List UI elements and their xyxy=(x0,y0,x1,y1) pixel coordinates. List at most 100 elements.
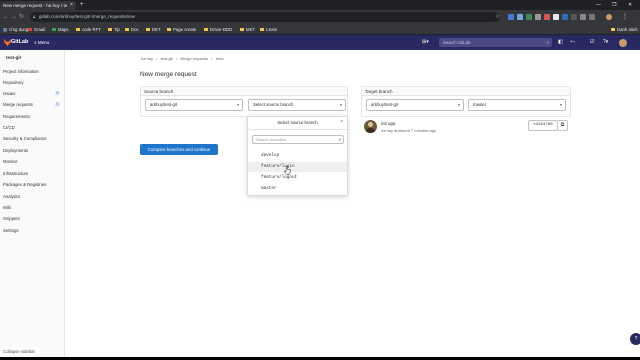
commit-title[interactable]: init app xyxy=(381,121,396,126)
extension-icon[interactable] xyxy=(526,14,532,20)
sidebar-item-monitor[interactable]: Monitor xyxy=(3,157,62,166)
branch-option-feature-login[interactable]: feature/login xyxy=(248,162,347,172)
create-new-icon[interactable]: ⊞▾ xyxy=(422,38,429,47)
extension-icon[interactable] xyxy=(562,14,568,20)
extension-icon[interactable] xyxy=(517,14,523,20)
commit-author[interactable]: ha huy xyxy=(381,128,393,133)
help-icon[interactable]: ?▾ xyxy=(603,38,608,47)
bookmark-folder[interactable]: LSam xyxy=(260,25,277,34)
chevron-down-icon: ▾ xyxy=(339,102,342,107)
bookmark-apps[interactable]: ▦ Ứng dụng xyxy=(3,25,28,34)
sidebar-item-snippets[interactable]: Snippets xyxy=(3,214,62,223)
reload-icon[interactable]: ↻ xyxy=(19,12,24,22)
commit-sha[interactable]: c3324788 xyxy=(528,120,558,131)
author-avatar xyxy=(364,120,377,133)
sidebar-item-infrastructure[interactable]: Infrastructure xyxy=(3,169,62,178)
sidebar-item-settings[interactable]: Settings xyxy=(3,226,62,235)
close-window-icon[interactable]: ✕ xyxy=(628,0,632,10)
compare-branches-button[interactable]: Compare branches and continue xyxy=(140,144,218,155)
browser-menu-icon[interactable]: ⋮ xyxy=(622,12,628,22)
bookmark-folder[interactable]: Doc xyxy=(125,25,139,34)
extension-icon[interactable] xyxy=(580,14,586,20)
sidebar-item-analytics[interactable]: Analytics xyxy=(3,192,62,201)
page-title: New merge request xyxy=(140,71,197,78)
chevron-down-icon: ▾ xyxy=(457,102,460,107)
sidebar-item-packages[interactable]: Packages & Registries xyxy=(3,180,62,189)
extension-icon[interactable] xyxy=(544,14,550,20)
copy-icon[interactable]: ⧉ xyxy=(558,120,568,131)
sidebar-item-issues[interactable]: Issues 0 xyxy=(3,89,62,98)
extension-icon[interactable] xyxy=(553,14,559,20)
bookmark-folder[interactable]: DET xyxy=(146,25,161,34)
bookmark-maps[interactable]: Maps xyxy=(52,25,69,34)
merge-requests-count-badge: 0 xyxy=(55,102,60,107)
breadcrumb: ha huy › test-git › Merge requests › New xyxy=(141,56,224,61)
bookmark-star-icon[interactable]: ☆ xyxy=(495,12,500,22)
source-branch-dropdown[interactable]: Select source branch ▾ xyxy=(248,99,346,111)
breadcrumb-user[interactable]: ha huy xyxy=(141,56,153,61)
branch-search-input[interactable]: Search branches ⌕ xyxy=(252,135,344,144)
main-content: ha huy › test-git › Merge requests › New… xyxy=(65,50,640,357)
extension-icon[interactable] xyxy=(508,14,514,20)
url-input[interactable]: 🔒︎ gitlab.com/arkhuy/test-git/-/merge_re… xyxy=(30,12,500,22)
issues-icon[interactable]: ◧ xyxy=(558,38,563,47)
chevron-down-icon: ▾ xyxy=(559,102,562,107)
gitlab-brand[interactable]: GitLab xyxy=(11,35,28,50)
maximize-icon[interactable]: ❐ xyxy=(612,0,616,10)
sidebar-item-merge-requests[interactable]: Merge requests 0 xyxy=(3,100,62,109)
collapse-sidebar-button[interactable]: Collapse sidebar xyxy=(3,349,35,354)
extensions-puzzle-icon[interactable] xyxy=(589,14,595,20)
todos-icon[interactable]: ☑ xyxy=(590,38,594,47)
issues-count-badge: 0 xyxy=(55,91,60,96)
sidebar-item-project-information[interactable]: Project information xyxy=(3,67,62,76)
bookmark-folder[interactable]: Driver-DDD xyxy=(204,25,232,34)
back-icon[interactable]: ← xyxy=(3,12,9,22)
sidebar-item-security[interactable]: Security & Compliance xyxy=(3,134,62,143)
bookmarks-bar: ▦ Ứng dụng Gmail Maps code RFT Tip Doc DE… xyxy=(0,24,640,35)
minimize-icon[interactable]: — xyxy=(596,0,601,10)
bookmark-folder[interactable]: Page create xyxy=(167,25,196,34)
merge-requests-icon[interactable]: ⑂▾ xyxy=(570,38,576,47)
close-icon[interactable]: × xyxy=(340,119,343,125)
url-text: gitlab.com/arkhuy/test-git/-/merge_reque… xyxy=(39,14,136,19)
other-bookmarks[interactable]: Danh sách xyxy=(611,25,638,34)
user-avatar[interactable] xyxy=(619,39,627,47)
target-branch-header: Target branch xyxy=(362,87,570,96)
commit-meta: ha huy authored 7 minutes ago xyxy=(381,128,437,133)
sidebar-item-wiki[interactable]: Wiki xyxy=(3,203,62,212)
dropdown-title: Select source branch xyxy=(277,120,318,125)
extension-icon[interactable] xyxy=(535,14,541,20)
source-project-dropdown[interactable]: arkhuy/test-git ▾ xyxy=(145,99,243,111)
new-tab-button[interactable]: + xyxy=(80,1,84,10)
breadcrumb-merge-requests[interactable]: Merge requests xyxy=(180,56,208,61)
bookmark-folder[interactable]: Tip xyxy=(108,25,120,34)
menu-button[interactable]: ≡ Menu xyxy=(34,35,49,50)
sidebar-item-repository[interactable]: Repository xyxy=(3,78,62,87)
profile-avatar[interactable] xyxy=(606,14,612,20)
chevron-down-icon: ▾ xyxy=(236,102,239,107)
search-input[interactable]: Search GitLab ⌕ xyxy=(439,38,552,47)
branch-option-master[interactable]: master xyxy=(248,184,347,194)
bookmark-gmail[interactable]: Gmail xyxy=(28,25,45,34)
sidebar-item-requirements[interactable]: Requirements xyxy=(3,112,62,121)
search-icon: ⌕ xyxy=(546,40,549,45)
extension-icon[interactable] xyxy=(571,14,577,20)
target-commit: init app ha huy authored 7 minutes ago c… xyxy=(364,117,571,138)
branch-option-feature-logout[interactable]: feature/logout xyxy=(248,173,347,183)
target-project-dropdown[interactable]: arkhuy/test-git ▾ xyxy=(366,99,464,111)
sidebar-project-name[interactable]: test-git xyxy=(6,55,21,60)
breadcrumb-new[interactable]: New xyxy=(216,56,224,61)
target-branch-dropdown[interactable]: master ▾ xyxy=(468,99,566,111)
tab-close-icon[interactable]: × xyxy=(70,1,73,10)
help-floating-button[interactable]: ? xyxy=(630,333,640,345)
branch-option-develop[interactable]: develop xyxy=(248,151,347,161)
forward-icon[interactable]: → xyxy=(11,12,17,22)
breadcrumb-project[interactable]: test-git xyxy=(161,56,173,61)
sidebar-item-cicd[interactable]: CI/CD xyxy=(3,123,62,132)
sidebar-item-deployments[interactable]: Deployments xyxy=(3,146,62,155)
source-branch-panel: Source branch arkhuy/test-git ▾ Select s… xyxy=(140,86,348,117)
browser-tab[interactable]: New merge request · ha huy / te × xyxy=(0,1,76,10)
bookmark-folder[interactable]: code RFT xyxy=(76,25,101,34)
bookmark-folder[interactable]: MKT xyxy=(240,25,255,34)
gitlab-header: GitLab ≡ Menu ⊞▾ Search GitLab ⌕ ◧ ⑂▾ ☑ … xyxy=(0,35,640,50)
